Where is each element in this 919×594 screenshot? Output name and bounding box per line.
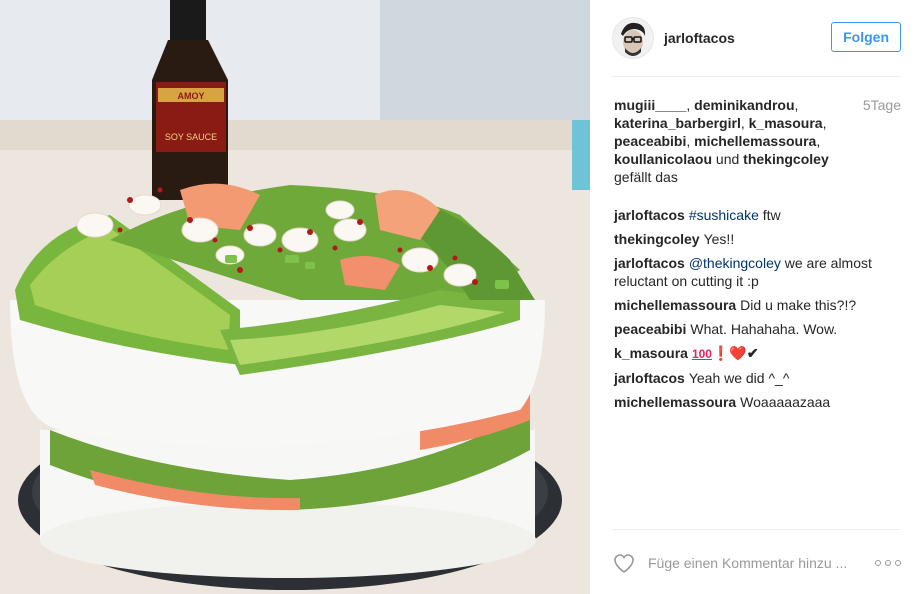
comment: peaceabibi What. Hahahaha. Wow. <box>614 320 900 338</box>
liker-name[interactable]: peaceabibi <box>614 133 686 149</box>
comment: jarloftacos @thekingcoley we are almost r… <box>614 254 900 290</box>
liker-name[interactable]: k_masoura <box>749 115 823 131</box>
comment: michellemassoura Woaaaaazaaa <box>614 393 900 411</box>
comment: jarloftacos Yeah we did ^_^ <box>614 369 900 387</box>
comment-author[interactable]: jarloftacos <box>614 370 685 386</box>
liker-name[interactable]: katerina_barbergirl <box>614 115 741 131</box>
post-author-username[interactable]: jarloftacos <box>664 30 735 46</box>
comment: k_masoura 100❗❤️✔ <box>614 344 900 363</box>
comment-text: Did u make this?!? <box>740 297 857 313</box>
likes-summary: mugiii____, deminikandrou, katerina_barb… <box>614 97 829 185</box>
bottle-label-text: SOY SAUCE <box>165 132 217 142</box>
more-options-icon[interactable] <box>875 553 901 573</box>
comment-mention[interactable]: @thekingcoley <box>689 255 781 271</box>
comment: michellemassoura Did u make this?!? <box>614 296 900 314</box>
liker-name[interactable]: koullanicolaou <box>614 151 712 167</box>
comment-input[interactable] <box>648 555 875 571</box>
check-emoji-icon: ✔ <box>746 345 759 361</box>
comment: thekingcoley Yes!! <box>614 230 900 248</box>
comment-text: ftw <box>758 207 781 223</box>
comment-author[interactable]: jarloftacos <box>614 255 685 271</box>
comment-text: Yes!! <box>703 231 735 247</box>
heart-emoji-icon: ❤️ <box>729 345 747 361</box>
comment-hashtag[interactable]: #sushicake <box>689 207 759 223</box>
comment-author[interactable]: k_masoura <box>614 345 688 361</box>
post-timestamp[interactable]: 5Tage <box>863 96 901 114</box>
comment-author[interactable]: peaceabibi <box>614 321 686 337</box>
comment-author[interactable]: jarloftacos <box>614 207 685 223</box>
post-details-panel: jarloftacos Folgen mugiii____, deminikan… <box>590 0 919 594</box>
follow-button[interactable]: Folgen <box>831 22 901 52</box>
heart-icon[interactable] <box>612 551 636 575</box>
liker-name[interactable]: mugiii____ <box>614 97 686 113</box>
comment-list: jarloftacos #sushicake ftw thekingcoley Ye… <box>614 206 900 417</box>
comment-divider <box>612 529 901 530</box>
comment-text: Woaaaaazaaa <box>740 394 831 410</box>
likes-conjunction: und <box>715 151 740 167</box>
exclamation-emoji-icon: ❗ <box>711 345 730 361</box>
comment-author[interactable]: michellemassoura <box>614 394 736 410</box>
comment-text: What. Hahahaha. Wow. <box>690 321 838 337</box>
comment-text: Yeah we did ^_^ <box>688 370 790 386</box>
liker-name[interactable]: thekingcoley <box>743 151 829 167</box>
post-header: jarloftacos Folgen <box>612 14 901 62</box>
header-divider <box>612 76 901 77</box>
comment-author[interactable]: michellemassoura <box>614 297 736 313</box>
add-comment-bar <box>612 540 901 586</box>
post-photo[interactable]: AMOY SOY SAUCE <box>0 0 590 594</box>
avatar[interactable] <box>612 17 654 59</box>
likes-suffix: gefällt das <box>614 169 678 185</box>
comment-author[interactable]: thekingcoley <box>614 231 700 247</box>
comment: jarloftacos #sushicake ftw <box>614 206 900 224</box>
avatar-image <box>613 18 653 58</box>
bottle-brand-text: AMOY <box>178 91 205 101</box>
liker-name[interactable]: deminikandrou <box>694 97 794 113</box>
hundred-emoji-icon: 100 <box>691 347 712 361</box>
liker-name[interactable]: michellemassoura <box>694 133 816 149</box>
